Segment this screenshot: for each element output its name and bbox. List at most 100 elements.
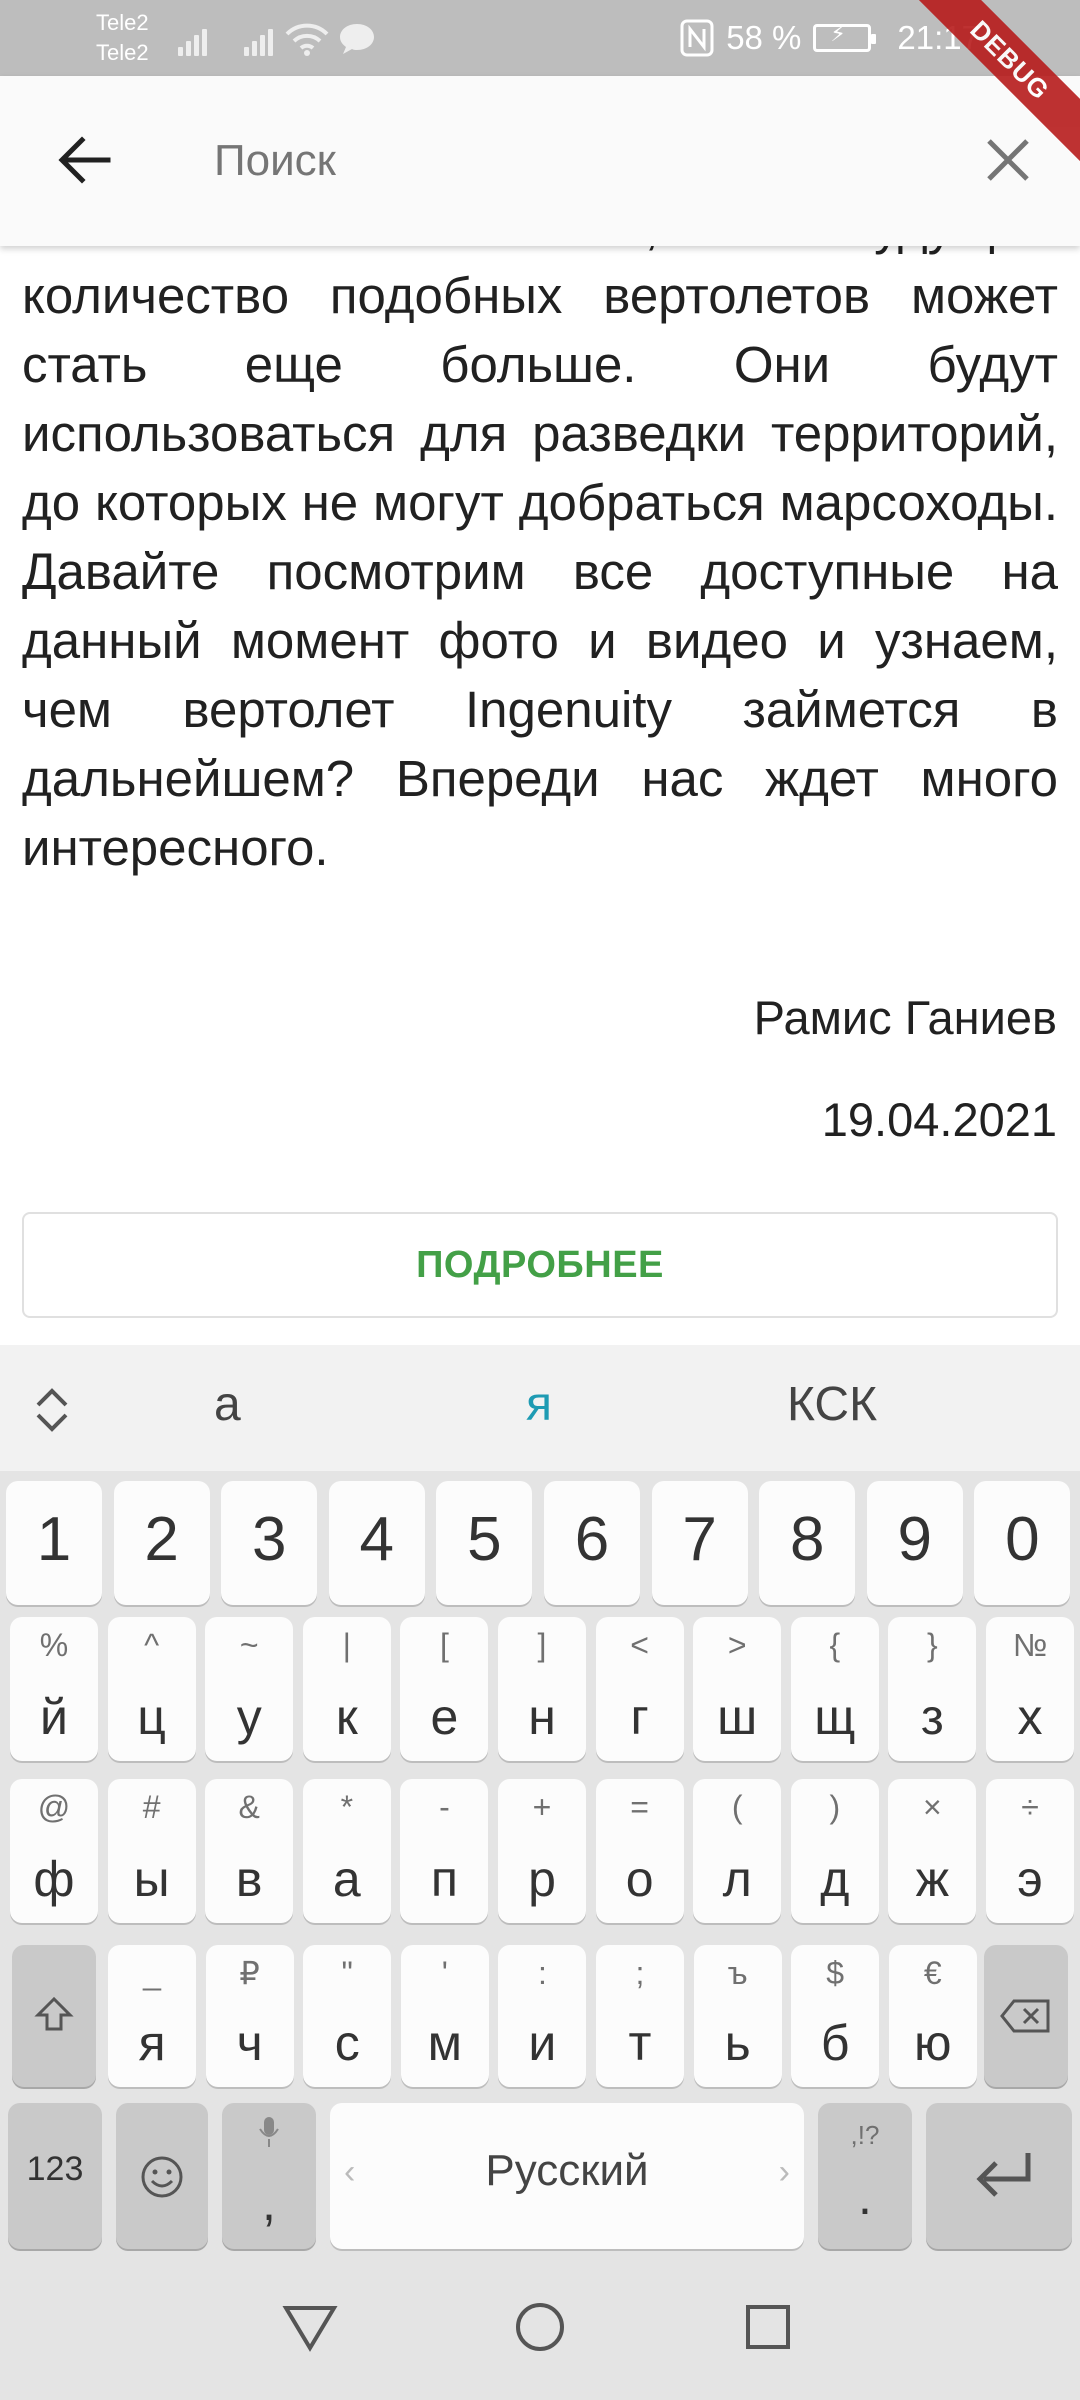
- letter-key[interactable]: > ш: [693, 1617, 782, 1761]
- nav-home-button[interactable]: [504, 2291, 576, 2363]
- back-triangle-icon: [282, 2306, 338, 2352]
- number-key[interactable]: 4: [328, 1481, 425, 1605]
- letter-key[interactable]: ; т: [596, 1945, 684, 2087]
- letter-key[interactable]: ) д: [790, 1779, 879, 1923]
- letter-key[interactable]: & в: [205, 1779, 294, 1923]
- home-circle-icon: [516, 2303, 564, 2351]
- battery-percent: 58 %: [726, 19, 802, 56]
- suggestion-2[interactable]: я: [526, 1377, 552, 1432]
- nav-recents-button[interactable]: [732, 2291, 804, 2363]
- letter-key[interactable]: ' м: [400, 1945, 489, 2087]
- key-label: 9: [897, 1505, 933, 1574]
- article-author: Рамис Ганиев: [753, 991, 1057, 1044]
- letter-key[interactable]: [е: [400, 1617, 489, 1761]
- recents-square-icon: [746, 2305, 790, 2349]
- nfc-icon: [680, 19, 714, 57]
- key-hint: №: [1012, 1627, 1048, 1663]
- period-label: .: [858, 2169, 872, 2225]
- key-label: б: [820, 2015, 850, 2071]
- navigation-bar: [0, 2255, 1080, 2400]
- letter-key[interactable]: # ы: [107, 1779, 196, 1923]
- number-key[interactable]: 5: [436, 1481, 533, 1605]
- number-key[interactable]: 1: [6, 1481, 102, 1605]
- key-label: 4: [359, 1505, 395, 1574]
- letter-key[interactable]: × ж: [888, 1779, 977, 1923]
- letter-key[interactable]: % й: [10, 1617, 98, 1761]
- signal-icon: [244, 20, 280, 56]
- letter-key[interactable]: + р: [498, 1779, 586, 1923]
- key-label: н: [528, 1689, 556, 1745]
- expand-toolbar-icon[interactable]: [30, 1385, 74, 1435]
- letter-key[interactable]: -п: [400, 1779, 489, 1923]
- search-input[interactable]: [214, 126, 914, 196]
- shift-icon: [34, 1996, 74, 2031]
- number-key[interactable]: 0: [974, 1481, 1071, 1605]
- key-hint: [: [439, 1627, 449, 1663]
- letter-key[interactable]: | к: [302, 1617, 391, 1761]
- key-hint: _: [143, 1955, 161, 1991]
- letter-key[interactable]: $ б: [791, 1945, 880, 2087]
- chevron-right-icon: ›: [778, 2153, 790, 2191]
- letter-key[interactable]: ₽ ч: [205, 1945, 294, 2087]
- letter-key[interactable]: ~ у: [205, 1617, 294, 1761]
- letter-key[interactable]: :и: [498, 1945, 587, 2087]
- key-hint: {: [829, 1627, 841, 1663]
- letter-key[interactable]: ^ ц: [107, 1617, 196, 1761]
- number-key[interactable]: 9: [866, 1481, 963, 1605]
- key-label: ц: [137, 1689, 166, 1745]
- backspace-key[interactable]: [984, 1945, 1068, 2087]
- key-hint: |: [342, 1627, 351, 1663]
- key-label: щ: [814, 1689, 856, 1745]
- more-button[interactable]: ПОДРОБНЕЕ: [22, 1212, 1058, 1318]
- symbols-key[interactable]: 123: [8, 2103, 102, 2249]
- letter-key[interactable]: ] н: [498, 1617, 586, 1761]
- letter-key[interactable]: } з: [888, 1617, 977, 1761]
- back-button[interactable]: [44, 120, 124, 200]
- key-label: о: [625, 1851, 654, 1907]
- clear-search-button[interactable]: [968, 120, 1048, 200]
- key-hint: *: [340, 1789, 354, 1825]
- nav-back-button[interactable]: [274, 2291, 346, 2363]
- letter-key[interactable]: {щ: [790, 1617, 879, 1761]
- letter-key[interactable]: * а: [302, 1779, 391, 1923]
- shift-key[interactable]: [12, 1945, 96, 2087]
- comma-key[interactable]: ,: [222, 2103, 316, 2249]
- letter-key[interactable]: < г: [595, 1617, 684, 1761]
- key-label: ч: [236, 2015, 263, 2071]
- suggestion-1[interactable]: а: [214, 1377, 241, 1432]
- letter-key[interactable]: @ ф: [10, 1779, 98, 1923]
- letter-key[interactable]: ÷ э: [986, 1779, 1074, 1923]
- letter-key[interactable]: € ю: [888, 1945, 977, 2087]
- key-hint: €: [923, 1955, 942, 1991]
- key-hint: #: [142, 1789, 161, 1825]
- search-app-bar: [0, 76, 1080, 246]
- emoji-key[interactable]: [116, 2103, 208, 2249]
- key-hint: <: [630, 1627, 649, 1663]
- article-date: 19.04.2021: [821, 1093, 1057, 1146]
- key-hint: &: [238, 1789, 260, 1825]
- number-key[interactable]: 6: [544, 1481, 640, 1605]
- number-key[interactable]: 7: [651, 1481, 748, 1605]
- number-key[interactable]: 8: [759, 1481, 856, 1605]
- letter-key[interactable]: № х: [986, 1617, 1074, 1761]
- letter-key[interactable]: " с: [303, 1945, 392, 2087]
- space-key[interactable]: ‹ Русский ›: [330, 2103, 804, 2249]
- letter-key[interactable]: (л: [693, 1779, 782, 1923]
- carrier-1: Tele2: [96, 10, 149, 35]
- enter-key[interactable]: [926, 2103, 1072, 2249]
- key-label: э: [1017, 1851, 1043, 1907]
- key-label: д: [820, 1851, 850, 1907]
- number-key[interactable]: 2: [113, 1481, 210, 1605]
- letter-key[interactable]: ъь: [693, 1945, 782, 2087]
- period-key[interactable]: ,!? .: [818, 2103, 912, 2249]
- space-key-label: Русский: [485, 2146, 649, 2195]
- number-key[interactable]: 3: [221, 1481, 318, 1605]
- letter-key[interactable]: _ я: [108, 1945, 196, 2087]
- key-label: 8: [789, 1505, 825, 1574]
- suggestion-3[interactable]: КСК: [787, 1377, 877, 1432]
- key-hint: ": [341, 1955, 353, 1991]
- key-hint: >: [727, 1627, 747, 1663]
- key-label: 5: [467, 1505, 502, 1574]
- letter-key[interactable]: = о: [595, 1779, 684, 1923]
- key-label: з: [920, 1689, 944, 1745]
